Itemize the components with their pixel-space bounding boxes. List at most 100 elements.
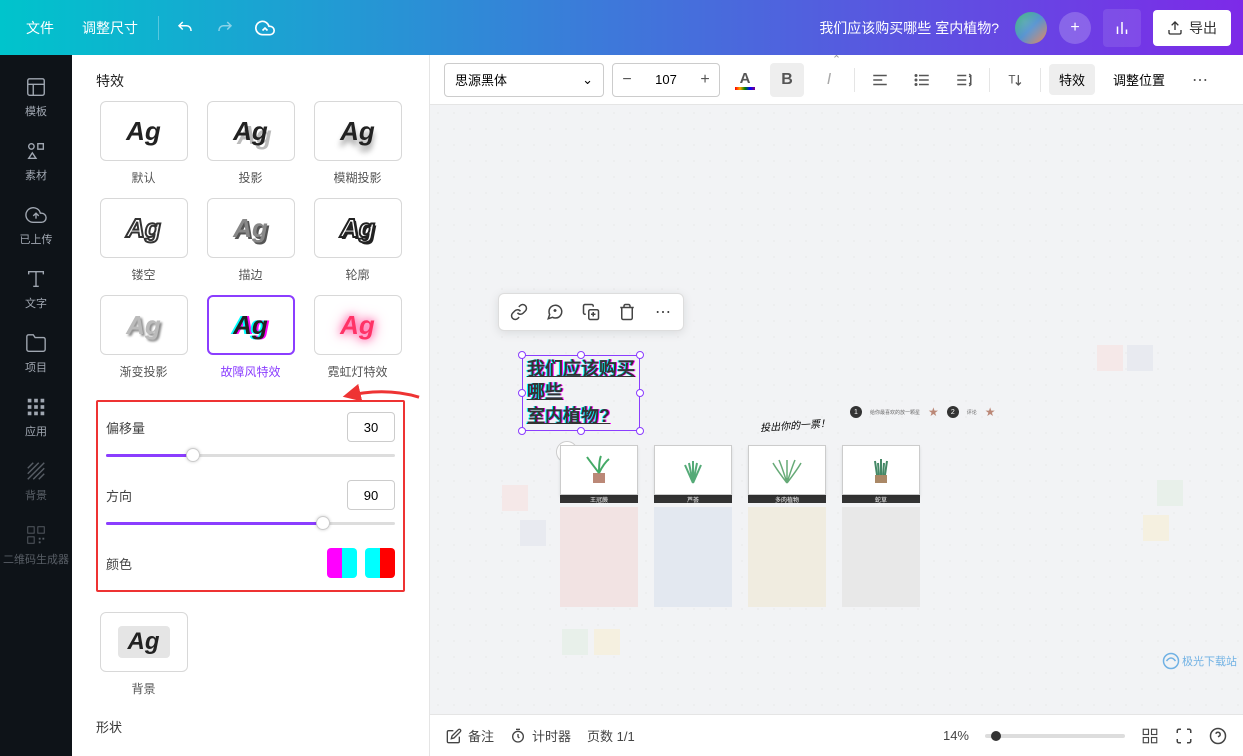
color-swatch-2[interactable]: [365, 548, 395, 578]
add-collaborator-button[interactable]: +: [1059, 12, 1091, 44]
element-floating-toolbar: ⋯: [498, 293, 684, 331]
timer-button[interactable]: 计时器: [510, 726, 571, 745]
color-swatch-1[interactable]: [327, 548, 357, 578]
plant-card[interactable]: ⟳ 王冠蕨: [560, 445, 638, 607]
header-left-group: 文件 调整尺寸: [12, 8, 285, 48]
sidebar-item-templates[interactable]: 模板: [0, 65, 72, 129]
background-effect-section: Ag背景: [96, 612, 405, 697]
direction-control: 方向: [106, 480, 395, 510]
user-avatar[interactable]: [1015, 12, 1047, 44]
plant-card[interactable]: 多肉植物: [748, 445, 826, 607]
badge-row: 1 给你最喜欢的放一颗星 ★ 2 评论 ★: [850, 405, 996, 419]
more-button[interactable]: ⋯: [651, 300, 675, 324]
effect-default[interactable]: Ag默认: [96, 101, 191, 186]
zoom-slider[interactable]: [985, 734, 1125, 738]
sticky-note[interactable]: [1127, 345, 1153, 371]
bottom-bar: ⌃ 备注 计时器 页数 1/1 14%: [430, 714, 1243, 756]
duplicate-button[interactable]: [579, 300, 603, 324]
help-button[interactable]: [1209, 727, 1227, 745]
separator: [989, 68, 990, 92]
direction-input[interactable]: [347, 480, 395, 510]
star-icon: ★: [928, 405, 939, 419]
export-button[interactable]: 导出: [1153, 10, 1231, 46]
sidebar-item-uploads[interactable]: 已上传: [0, 193, 72, 257]
notes-icon: [446, 728, 462, 744]
text-icon: [24, 267, 48, 291]
sticky-note[interactable]: [562, 629, 588, 655]
notes-button[interactable]: 备注: [446, 726, 494, 745]
canvas-main[interactable]: ⋯ 我们应该购买 哪些 室内植物? 投出你的一票！: [430, 105, 1243, 714]
link-button[interactable]: [507, 300, 531, 324]
page-expand-button[interactable]: ⌃: [832, 53, 841, 66]
effect-gradient-shadow[interactable]: Ag渐变投影: [96, 295, 191, 380]
delete-button[interactable]: [615, 300, 639, 324]
more-options-button[interactable]: ⋯: [1183, 63, 1217, 97]
decrease-size-button[interactable]: −: [613, 63, 641, 97]
shape-header: 形状: [96, 717, 405, 736]
align-button[interactable]: [863, 63, 897, 97]
effect-background[interactable]: Ag背景: [96, 612, 191, 697]
fullscreen-button[interactable]: [1175, 727, 1193, 745]
zoom-percent[interactable]: 14%: [943, 728, 969, 743]
font-size-input[interactable]: [641, 65, 691, 95]
qr-icon: [24, 523, 48, 547]
sidebar-label: 已上传: [20, 231, 53, 247]
plant-card[interactable]: 蛇草: [842, 445, 920, 607]
text-color-button[interactable]: A: [728, 63, 762, 97]
sticky-note[interactable]: [1143, 515, 1169, 541]
comment-button[interactable]: [543, 300, 567, 324]
offset-slider[interactable]: [106, 448, 395, 462]
effect-shadow[interactable]: Ag投影: [203, 101, 298, 186]
offset-input[interactable]: [347, 412, 395, 442]
page-count[interactable]: 页数 1/1: [587, 726, 635, 745]
sidebar-item-apps[interactable]: 应用: [0, 385, 72, 449]
effect-outline[interactable]: Ag轮廓: [310, 198, 405, 283]
effect-glitch[interactable]: Ag故障风特效: [203, 295, 298, 380]
sticky-note[interactable]: [1157, 480, 1183, 506]
analytics-button[interactable]: [1103, 9, 1141, 47]
effects-scroll-area[interactable]: Ag默认 Ag投影 Ag模糊投影 Ag镂空 Ag描边 Ag轮廓 Ag渐变投影 A…: [72, 101, 429, 756]
file-menu[interactable]: 文件: [12, 10, 68, 46]
upload-icon: [24, 203, 48, 227]
upload-icon: [1167, 20, 1183, 36]
sidebar-item-projects[interactable]: 项目: [0, 321, 72, 385]
spacing-button[interactable]: [947, 63, 981, 97]
bold-button[interactable]: B: [770, 63, 804, 97]
increase-size-button[interactable]: +: [691, 63, 719, 97]
undo-button[interactable]: [165, 8, 205, 48]
cloud-sync-icon[interactable]: [245, 8, 285, 48]
sticky-note[interactable]: [520, 520, 546, 546]
vertical-text-button[interactable]: T: [998, 63, 1032, 97]
list-button[interactable]: [905, 63, 939, 97]
italic-button[interactable]: I: [812, 63, 846, 97]
plant-card[interactable]: 芦荟: [654, 445, 732, 607]
watermark: 极光下载站: [1162, 652, 1237, 670]
sidebar-item-qr[interactable]: 二维码生成器: [0, 513, 72, 577]
separator: [854, 68, 855, 92]
font-selector[interactable]: 思源黑体 ⌄: [444, 63, 604, 97]
sidebar-label: 应用: [25, 423, 47, 439]
sidebar-item-background[interactable]: 背景: [0, 449, 72, 513]
grid-view-button[interactable]: [1141, 727, 1159, 745]
effects-panel-title: 特效: [72, 55, 429, 101]
effect-neon[interactable]: Ag霓虹灯特效: [310, 295, 405, 380]
sticky-note[interactable]: [502, 485, 528, 511]
effect-blur-shadow[interactable]: Ag模糊投影: [310, 101, 405, 186]
color-control: 颜色: [106, 548, 395, 578]
resize-button[interactable]: 调整尺寸: [68, 10, 152, 46]
effect-stroke[interactable]: Ag描边: [203, 198, 298, 283]
sticky-note[interactable]: [594, 629, 620, 655]
sticky-note[interactable]: [1097, 345, 1123, 371]
sidebar-item-elements[interactable]: 素材: [0, 129, 72, 193]
redo-button[interactable]: [205, 8, 245, 48]
direction-slider[interactable]: [106, 516, 395, 530]
effects-grid: Ag默认 Ag投影 Ag模糊投影 Ag镂空 Ag描边 Ag轮廓 Ag渐变投影 A…: [96, 101, 405, 380]
left-sidebar: 模板 素材 已上传 文字 项目 应用 背景 二维码生成器: [0, 55, 72, 756]
sidebar-item-text[interactable]: 文字: [0, 257, 72, 321]
effect-hollow[interactable]: Ag镂空: [96, 198, 191, 283]
document-title[interactable]: 我们应该购买哪些 室内植物?: [819, 18, 999, 38]
app-header: 文件 调整尺寸 我们应该购买哪些 室内植物? + 导出: [0, 0, 1243, 55]
timer-icon: [510, 728, 526, 744]
effects-toolbar-button[interactable]: 特效: [1049, 64, 1095, 95]
adjust-position-button[interactable]: 调整位置: [1103, 64, 1175, 95]
